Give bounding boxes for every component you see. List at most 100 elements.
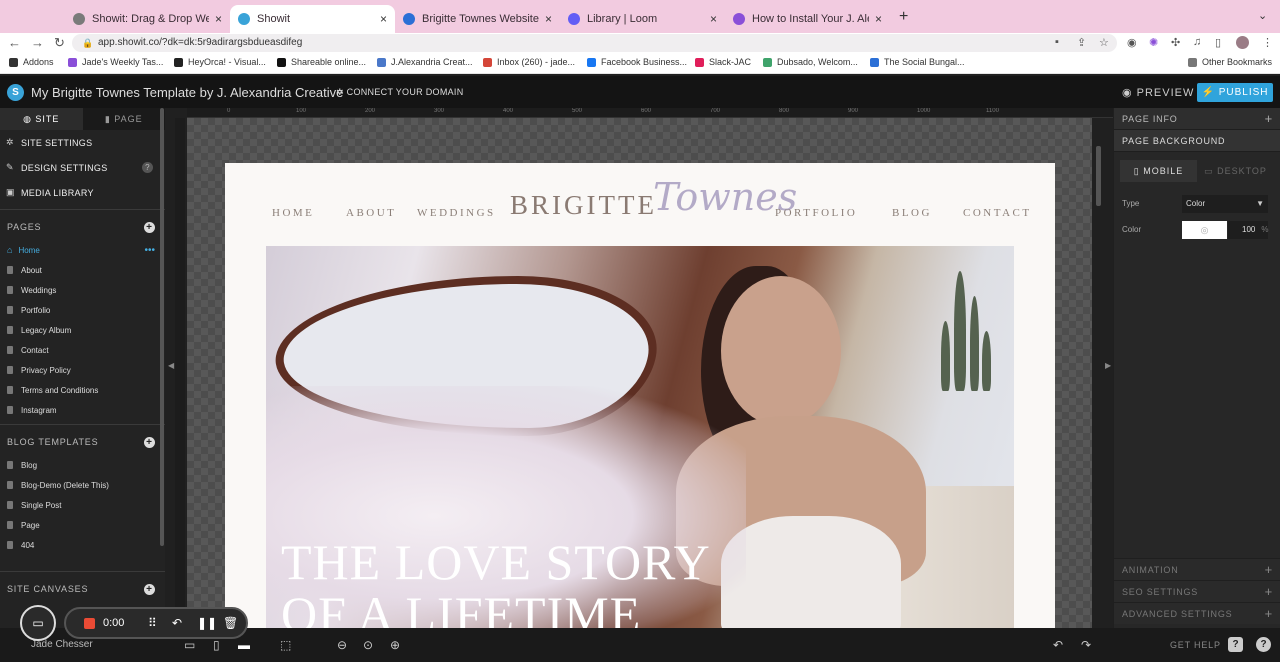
browser-tab-active[interactable]: Showit × (230, 5, 395, 33)
page-item[interactable]: About (0, 260, 165, 280)
expand-icon[interactable]: + (1265, 562, 1273, 577)
tab-mobile[interactable]: ▯ MOBILE (1120, 160, 1197, 182)
bookmark-star-icon[interactable]: ☆ (1099, 36, 1109, 49)
site-nav-weddings[interactable]: WEDDINGS (417, 207, 496, 219)
brand-logo[interactable]: BRIGITTE (510, 190, 657, 221)
undo-icon[interactable]: ↶ (1053, 638, 1063, 652)
opacity-input[interactable]: 100% (1228, 221, 1268, 239)
add-page-button[interactable]: + (144, 222, 155, 233)
page-item[interactable]: Terms and Conditions (0, 380, 165, 400)
canvas-scrollbar[interactable] (1096, 146, 1101, 206)
blog-template-item[interactable]: 404 (0, 535, 165, 555)
blog-template-item[interactable]: Page (0, 515, 165, 535)
extensions-icon[interactable]: ✣ (1171, 36, 1180, 49)
profile-avatar[interactable] (1236, 36, 1249, 49)
animation-section[interactable]: ANIMATION + (1114, 558, 1280, 580)
publish-button[interactable]: ⚡ PUBLISH (1197, 83, 1273, 102)
hero-image[interactable]: THE LOVE STORY OF A LIFETIME (266, 246, 1014, 628)
bookmark-item[interactable]: Slack-JAC (695, 57, 751, 67)
sidebar-scrollbar[interactable] (160, 108, 164, 546)
browser-tab[interactable]: How to Install Your J. Alexandria × (725, 5, 890, 33)
add-canvas-button[interactable]: + (144, 584, 155, 595)
bookmark-item[interactable]: Facebook Business... (587, 57, 687, 67)
tab-site[interactable]: ◍ SITE (0, 108, 83, 130)
site-settings-item[interactable]: ✲ SITE SETTINGS (0, 130, 165, 155)
bookmark-item[interactable]: Inbox (260) - jade... (483, 57, 575, 67)
bookmark-item[interactable]: Addons (9, 57, 54, 67)
seo-settings-section[interactable]: SEO SETTINGS + (1114, 580, 1280, 602)
collapse-right-icon[interactable]: ▶ (1105, 361, 1111, 370)
grid-dots-icon[interactable]: ⠿ (148, 616, 157, 630)
page-background-section[interactable]: PAGE BACKGROUND (1114, 130, 1280, 152)
blog-template-item[interactable]: Blog (0, 455, 165, 475)
reload-icon[interactable]: ↻ (54, 35, 65, 51)
bookmark-item[interactable]: Dubsado, Welcom... (763, 57, 858, 67)
redo-icon[interactable]: ↷ (1081, 638, 1091, 652)
showit-logo-icon[interactable]: S (7, 84, 24, 101)
share-icon[interactable]: ⇪ (1077, 36, 1086, 49)
close-tab-icon[interactable]: × (710, 12, 717, 26)
screenshot-icon[interactable]: ◉ (1127, 36, 1137, 49)
bookmark-item[interactable]: J.Alexandria Creat... (377, 57, 473, 67)
page-info-section[interactable]: PAGE INFO + (1114, 108, 1280, 130)
page-item[interactable]: Weddings (0, 280, 165, 300)
page-item[interactable]: Legacy Album (0, 320, 165, 340)
site-nav-portfolio[interactable]: PORTFOLIO (775, 207, 857, 219)
zoom-out-icon[interactable]: ⊖ (337, 638, 347, 652)
get-help-link[interactable]: GET HELP (1170, 640, 1221, 650)
chrome-menu-icon[interactable]: ⋮ (1262, 36, 1273, 49)
site-nav-home[interactable]: HOME (272, 207, 314, 219)
restart-icon[interactable]: ↶ (172, 616, 182, 630)
tab-search-icon[interactable]: ⌄ (1258, 9, 1267, 22)
site-nav-contact[interactable]: CONTACT (963, 207, 1032, 219)
browser-tab[interactable]: Brigitte Townes Website Launc × (395, 5, 560, 33)
bookmark-item[interactable]: Jade's Weekly Tas... (68, 57, 163, 67)
zoom-fit-icon[interactable]: ⊙ (363, 638, 373, 652)
media-icon[interactable]: ♫ (1193, 36, 1201, 48)
tab-page[interactable]: ▮ PAGE (83, 108, 166, 130)
site-nav-blog[interactable]: BLOG (892, 207, 932, 219)
help-icon[interactable]: ? (142, 162, 153, 173)
side-panel-icon[interactable]: ▯ (1215, 36, 1221, 49)
camera-toggle-icon[interactable]: ▭ (20, 605, 56, 641)
site-nav-about[interactable]: ABOUT (346, 207, 396, 219)
stop-recording-button[interactable] (84, 618, 95, 629)
bookmark-item[interactable]: HeyOrca! - Visual... (174, 57, 266, 67)
site-preview[interactable]: HOME ABOUT WEDDINGS BRIGITTE Townes PORT… (225, 163, 1055, 628)
other-bookmarks[interactable]: Other Bookmarks (1188, 57, 1272, 67)
blog-template-item[interactable]: Blog-Demo (Delete This) (0, 475, 165, 495)
pause-icon[interactable]: ❚❚ (197, 616, 217, 630)
help-icon[interactable]: ? (1228, 637, 1243, 652)
browser-tab[interactable]: Library | Loom × (560, 5, 725, 33)
zoom-in-icon[interactable]: ⊕ (390, 638, 400, 652)
page-item[interactable]: Portfolio (0, 300, 165, 320)
page-item[interactable]: Contact (0, 340, 165, 360)
expand-icon[interactable]: + (1265, 111, 1273, 126)
advanced-settings-section[interactable]: ADVANCED SETTINGS + (1114, 602, 1280, 624)
close-tab-icon[interactable]: × (545, 12, 552, 26)
collapse-left-icon[interactable]: ◀ (168, 361, 174, 370)
close-tab-icon[interactable]: × (875, 12, 882, 26)
blog-template-item[interactable]: Single Post (0, 495, 165, 515)
close-tab-icon[interactable]: × (380, 12, 387, 26)
expand-icon[interactable]: + (1265, 584, 1273, 599)
design-settings-item[interactable]: ✎ DESIGN SETTINGS? (0, 155, 165, 180)
new-tab-button[interactable]: + (899, 8, 908, 26)
address-bar[interactable]: 🔒 app.showit.co/?dk=dk:5r9adirargsbdueas… (72, 34, 1117, 52)
page-item[interactable]: Instagram (0, 400, 165, 420)
close-tab-icon[interactable]: × (215, 12, 222, 26)
more-icon[interactable]: ••• (144, 245, 155, 256)
grid-icon[interactable]: ⬚ (280, 638, 291, 652)
media-library-item[interactable]: ▣ MEDIA LIBRARY (0, 180, 165, 205)
browser-tab[interactable]: Showit: Drag & Drop Website B × (65, 5, 230, 33)
connect-domain-button[interactable]: ✲ CONNECT YOUR DOMAIN (336, 87, 464, 98)
color-swatch[interactable]: ◎ (1182, 221, 1227, 239)
page-item[interactable]: Privacy Policy (0, 360, 165, 380)
preview-button[interactable]: ◉ PREVIEW (1122, 86, 1194, 99)
bookmark-item[interactable]: Shareable online... (277, 57, 366, 67)
background-type-select[interactable]: Color ▼ (1182, 195, 1268, 213)
trash-icon[interactable]: 🗑 (223, 616, 238, 630)
page-item[interactable]: ⌂ Home ••• (0, 240, 165, 260)
chat-icon[interactable]: ? (1256, 637, 1271, 652)
bookmark-item[interactable]: The Social Bungal... (870, 57, 965, 67)
